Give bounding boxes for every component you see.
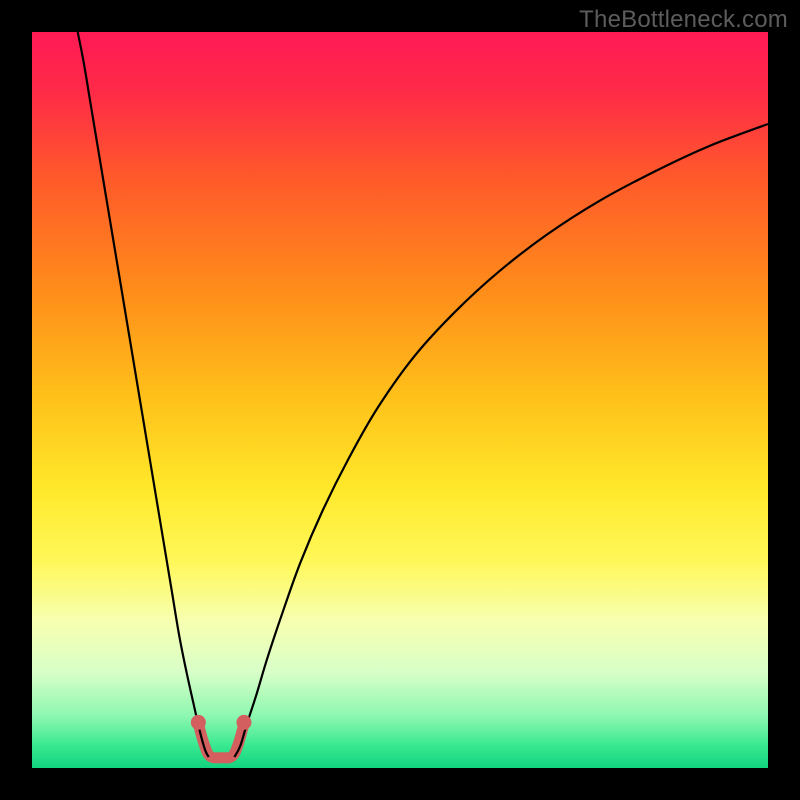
highlight-dot-0 — [191, 715, 206, 730]
highlight-dot-1 — [236, 715, 251, 730]
watermark-label: TheBottleneck.com — [579, 6, 788, 34]
gradient-background — [32, 32, 768, 768]
chart-svg — [32, 32, 768, 768]
plot-area — [32, 32, 768, 768]
outer-black-frame: TheBottleneck.com — [0, 0, 800, 800]
